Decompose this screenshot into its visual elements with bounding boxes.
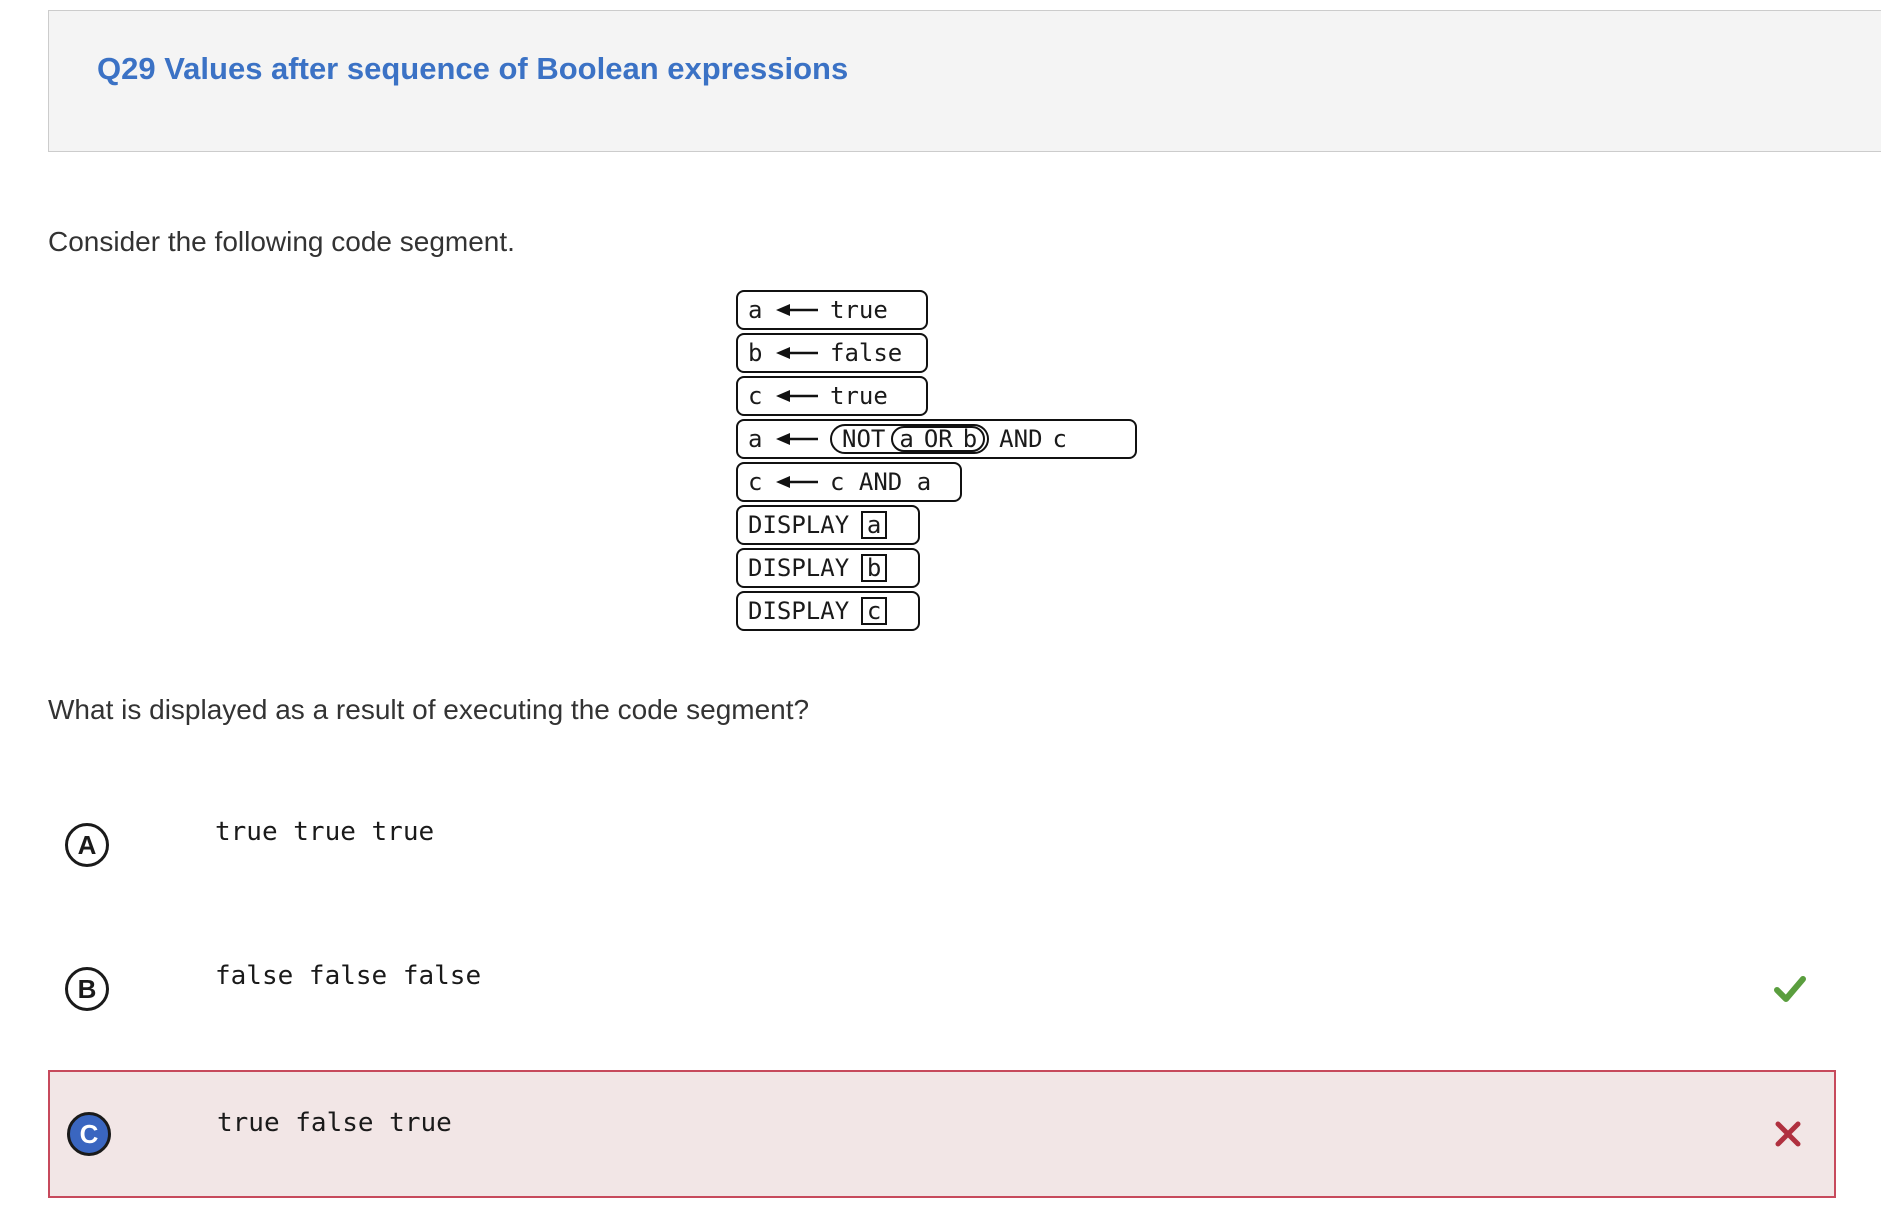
code-value: false	[830, 339, 903, 367]
and-keyword: AND	[999, 425, 1043, 453]
display-arg: c	[861, 597, 888, 625]
left-arrow-icon	[776, 476, 818, 488]
left-arrow-icon	[776, 390, 818, 402]
code-line-display-c: DISPLAY c	[736, 591, 920, 631]
option-letter-a[interactable]: A	[65, 823, 109, 867]
left-arrow-icon	[776, 304, 818, 316]
left-arrow-icon	[776, 433, 818, 445]
code-var: b	[748, 339, 763, 367]
code-value: true	[830, 382, 888, 410]
display-keyword: DISPLAY	[748, 597, 850, 625]
not-expression: NOT a OR b	[830, 424, 990, 454]
display-arg: b	[861, 554, 888, 582]
prompt-intro: Consider the following code segment.	[48, 226, 515, 257]
left-arrow-icon	[776, 347, 818, 359]
option-text: true false true	[217, 1108, 452, 1138]
code-line-assign-c: c true	[736, 376, 928, 416]
question-title: Q29 Values after sequence of Boolean exp…	[97, 51, 849, 86]
code-line-display-a: DISPLAY a	[736, 505, 920, 545]
not-keyword: NOT	[842, 425, 886, 453]
option-b[interactable]: B false false false	[48, 925, 1836, 1053]
x-icon	[1775, 1121, 1801, 1147]
or-keyword: OR	[923, 425, 953, 453]
code-var: c	[748, 468, 763, 496]
code-var: a	[748, 296, 763, 324]
option-c[interactable]: C true false true	[48, 1070, 1836, 1198]
code-var: a	[748, 425, 763, 453]
code-expression: c AND a	[830, 468, 932, 496]
option-a[interactable]: A true true true	[48, 781, 1836, 909]
code-line-display-b: DISPLAY b	[736, 548, 920, 588]
display-keyword: DISPLAY	[748, 554, 850, 582]
option-text: true true true	[215, 817, 435, 847]
code-line-assign-b: b false	[736, 333, 928, 373]
and-right: c	[1052, 425, 1067, 453]
code-line-assign-a: a true	[736, 290, 928, 330]
code-line-assign-c-expr: c c AND a	[736, 462, 962, 502]
display-keyword: DISPLAY	[748, 511, 850, 539]
display-arg: a	[861, 511, 888, 539]
prompt-question: What is displayed as a result of executi…	[48, 694, 810, 725]
or-left: a	[899, 425, 914, 453]
or-right: b	[962, 425, 978, 453]
code-var: c	[748, 382, 763, 410]
option-letter-b[interactable]: B	[65, 967, 109, 1011]
or-expression: a OR b	[891, 425, 986, 453]
code-value: true	[830, 296, 888, 324]
check-icon	[1774, 976, 1806, 1002]
option-letter-c[interactable]: C	[67, 1112, 111, 1156]
code-line-assign-a-expr: a NOT a OR b AND c	[736, 419, 1137, 459]
option-text: false false false	[215, 961, 482, 991]
